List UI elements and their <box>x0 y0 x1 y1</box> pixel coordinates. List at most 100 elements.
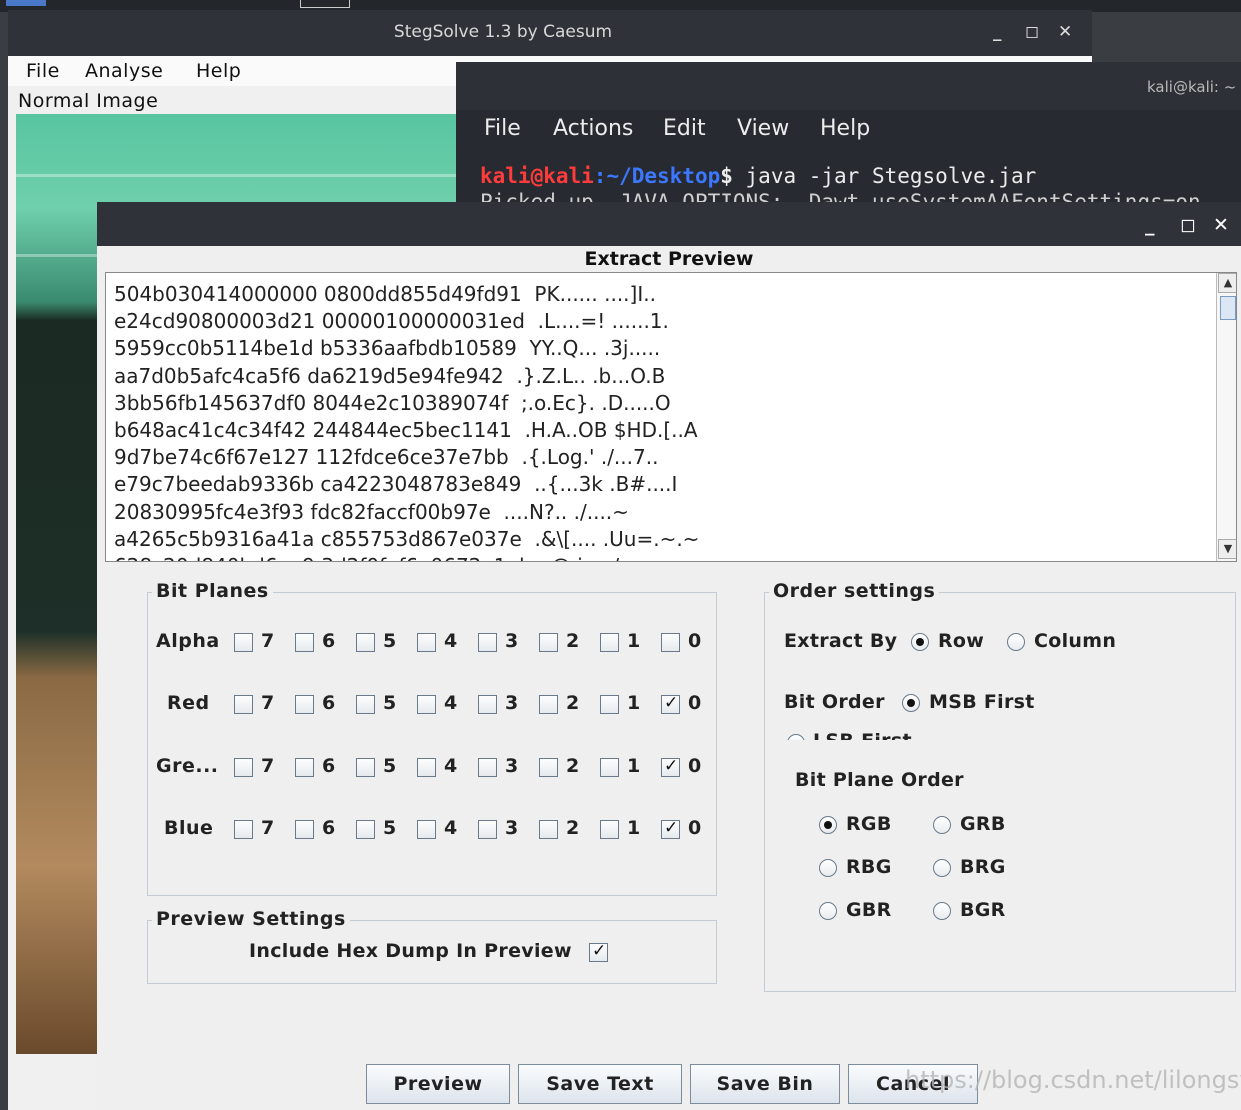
maximize-icon[interactable]: ◻ <box>1180 214 1196 236</box>
order-settings-group <box>764 592 1236 992</box>
menu-analyse[interactable]: Analyse <box>85 60 163 82</box>
scroll-down-icon[interactable]: ▼ <box>1218 539 1236 559</box>
bit-plane-checkbox[interactable] <box>417 633 436 652</box>
bit-plane-checkbox[interactable]: ✓ <box>661 818 680 839</box>
preview-button[interactable]: Preview <box>366 1064 510 1104</box>
bit-plane-bit-label: 7 <box>261 755 275 777</box>
bit-plane-checkbox[interactable] <box>295 820 314 839</box>
preview-line: a4265c5b9316a41a c855753d867e037e .&\[..… <box>114 526 700 551</box>
scroll-up-icon[interactable]: ▲ <box>1218 273 1236 293</box>
bit-plane-order-radio-grb[interactable] <box>933 816 951 834</box>
terminal-menu-file[interactable]: File <box>484 116 521 141</box>
bit-plane-bit-label: 3 <box>505 755 519 777</box>
preview-line: 3bb56fb145637df0 8044e2c10389074f ;.o.Ec… <box>114 390 671 415</box>
terminal-menu-help[interactable]: Help <box>820 116 870 141</box>
prompt-symbol: $ <box>720 164 733 188</box>
bit-plane-row-label: Alpha <box>156 630 220 652</box>
msb-first-radio[interactable] <box>902 694 920 712</box>
bit-plane-checkbox[interactable] <box>539 695 558 714</box>
window-title: StegSolve 1.3 by Caesum <box>393 22 613 42</box>
bit-plane-checkbox[interactable]: ✓ <box>661 693 680 714</box>
close-icon[interactable]: ✕ <box>1058 22 1072 42</box>
bit-plane-checkbox[interactable] <box>600 758 619 777</box>
terminal-menu-edit[interactable]: Edit <box>663 116 706 141</box>
bit-plane-order-radio-rgb[interactable] <box>819 816 837 834</box>
bit-plane-checkbox[interactable] <box>234 695 253 714</box>
minimize-icon[interactable]: _ <box>993 22 1002 42</box>
bit-plane-bit-label: 6 <box>322 630 336 652</box>
bit-plane-checkbox[interactable] <box>539 758 558 777</box>
bit-plane-checkbox[interactable] <box>600 695 619 714</box>
bit-plane-checkbox[interactable] <box>600 820 619 839</box>
image-mode-label: Normal Image <box>18 90 159 112</box>
bit-plane-bit-label: 3 <box>505 630 519 652</box>
stegsolve-titlebar[interactable]: StegSolve 1.3 by Caesum _ ◻ ✕ <box>8 10 1092 56</box>
bit-planes-legend: Bit Planes <box>152 580 273 602</box>
bit-plane-checkbox[interactable] <box>417 758 436 777</box>
bit-plane-order-radio-bgr[interactable] <box>933 902 951 920</box>
bit-plane-checkbox[interactable] <box>661 633 680 652</box>
bit-plane-checkbox[interactable] <box>356 758 375 777</box>
bit-plane-checkbox[interactable] <box>295 758 314 777</box>
terminal-menu-view[interactable]: View <box>737 116 789 141</box>
bit-plane-checkbox[interactable] <box>417 695 436 714</box>
bit-plane-bit-label: 2 <box>566 755 580 777</box>
bit-plane-checkbox[interactable] <box>295 695 314 714</box>
minimize-icon[interactable]: _ <box>1145 214 1155 236</box>
bit-plane-order-radio-brg[interactable] <box>933 859 951 877</box>
bit-plane-bit-label: 5 <box>383 755 397 777</box>
bit-plane-order-radio-gbr[interactable] <box>819 902 837 920</box>
bit-plane-checkbox[interactable] <box>600 633 619 652</box>
maximize-icon[interactable]: ◻ <box>1025 22 1039 42</box>
bit-plane-checkbox[interactable] <box>478 820 497 839</box>
menu-file[interactable]: File <box>26 60 60 82</box>
panel-tab[interactable] <box>6 0 46 6</box>
close-icon[interactable]: ✕ <box>1213 214 1229 236</box>
scroll-thumb[interactable] <box>1220 296 1236 320</box>
bit-plane-checkbox[interactable] <box>234 758 253 777</box>
bit-plane-checkbox[interactable] <box>356 695 375 714</box>
bit-plane-checkbox[interactable] <box>478 758 497 777</box>
bit-plane-checkbox[interactable] <box>539 633 558 652</box>
bit-plane-bit-label: 0 <box>688 817 702 839</box>
preview-scrollbar[interactable]: ▲ ▼ <box>1216 273 1236 561</box>
bit-plane-order-label-rbg: RBG <box>846 856 892 878</box>
extract-by-column-radio[interactable] <box>1007 633 1025 651</box>
menu-help[interactable]: Help <box>196 60 241 82</box>
bit-plane-bit-label: 2 <box>566 692 580 714</box>
save-bin-button[interactable]: Save Bin <box>690 1064 840 1104</box>
terminal-window: File Actions Edit View Help kali@kali:~/… <box>456 62 1241 222</box>
bit-plane-checkbox[interactable] <box>234 820 253 839</box>
bit-plane-checkbox[interactable] <box>234 633 253 652</box>
bit-plane-checkbox[interactable]: ✓ <box>661 756 680 777</box>
bit-plane-checkbox[interactable] <box>417 820 436 839</box>
hex-dump-checkbox[interactable]: ✓ <box>589 941 608 962</box>
bit-plane-order-radio-rbg[interactable] <box>819 859 837 877</box>
panel-tab[interactable] <box>300 0 350 8</box>
bit-plane-checkbox[interactable] <box>478 695 497 714</box>
bit-plane-checkbox[interactable] <box>295 633 314 652</box>
bit-plane-checkbox[interactable] <box>539 820 558 839</box>
preview-line: b648ac41c4c34f42 244844ec5bec1141 .H.A..… <box>114 417 698 442</box>
bit-plane-order-label-brg: BRG <box>960 856 1006 878</box>
preview-text-area[interactable]: 504b030414000000 0800dd855d49fd91 PK....… <box>105 272 1237 562</box>
bit-plane-bit-label: 6 <box>322 817 336 839</box>
dialog-heading: Extract Preview <box>584 248 754 270</box>
bit-plane-checkbox[interactable] <box>356 633 375 652</box>
bit-plane-checkbox[interactable] <box>478 633 497 652</box>
bit-plane-checkbox[interactable] <box>356 820 375 839</box>
lsb-first-radio[interactable] <box>787 734 805 740</box>
bit-plane-bit-label: 5 <box>383 692 397 714</box>
terminal-menu-actions[interactable]: Actions <box>553 116 633 141</box>
bit-plane-bit-label: 0 <box>688 755 702 777</box>
dialog-titlebar[interactable]: _ ◻ ✕ <box>97 202 1241 246</box>
bit-plane-bit-label: 5 <box>383 817 397 839</box>
bit-plane-bit-label: 0 <box>688 630 702 652</box>
preview-settings-legend: Preview Settings <box>152 908 350 930</box>
save-text-button[interactable]: Save Text <box>518 1064 682 1104</box>
bit-plane-bit-label: 1 <box>627 630 641 652</box>
bit-plane-bit-label: 7 <box>261 692 275 714</box>
terminal-title-text: kali@kali: ~ <box>1147 78 1237 96</box>
extract-by-row-radio[interactable] <box>911 633 929 651</box>
terminal-titlebar[interactable] <box>456 62 1241 110</box>
